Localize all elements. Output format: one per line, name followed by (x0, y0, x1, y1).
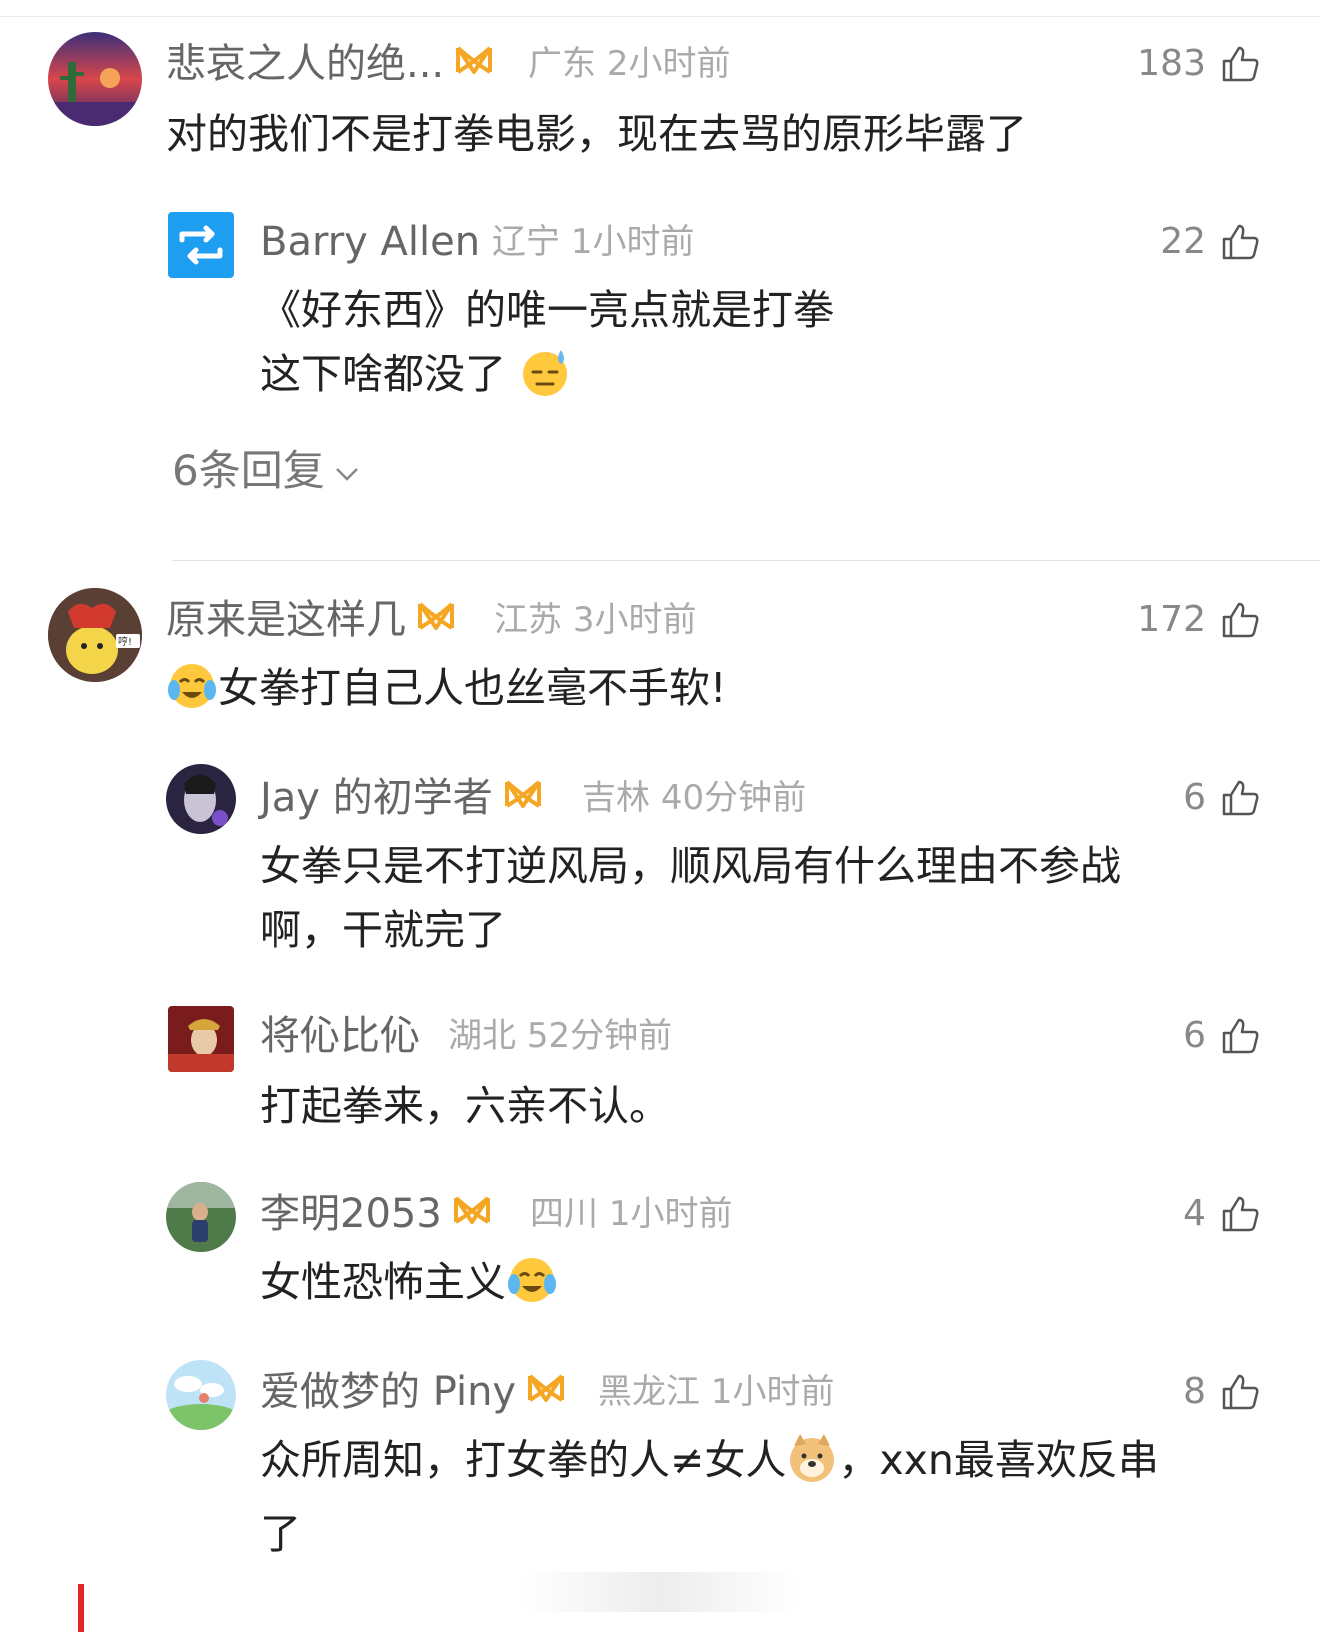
repost-icon (179, 225, 223, 265)
like-button[interactable]: 4 (1183, 1190, 1260, 1238)
avatar[interactable] (168, 1006, 234, 1072)
thumbs-up-icon (1222, 1374, 1259, 1410)
username-text[interactable]: Jay 的初学者 (260, 775, 493, 821)
chevron-down-icon (335, 467, 358, 481)
like-count: 172 (1137, 599, 1206, 640)
username-text[interactable]: Barry Allen (260, 219, 480, 265)
like-count: 6 (1183, 1015, 1206, 1056)
username-text[interactable]: 爱做梦的 Piny (260, 1369, 516, 1415)
avatar[interactable] (166, 764, 236, 834)
comment-meta: 广东 2小时前 (528, 40, 730, 88)
like-button[interactable]: 183 (1137, 40, 1260, 88)
timestamp: 52分钟前 (526, 1016, 673, 1056)
timestamp: 40分钟前 (660, 778, 807, 818)
like-count: 183 (1137, 43, 1206, 84)
timestamp: 1小时前 (710, 1372, 835, 1412)
like-count: 4 (1183, 1193, 1206, 1234)
thumbs-up-icon (1222, 1018, 1259, 1054)
like-count: 6 (1183, 777, 1206, 818)
like-button[interactable]: 8 (1183, 1368, 1260, 1416)
comment-text: 对的我们不是打拳电影，现在去骂的原形毕露了 (166, 110, 1027, 158)
top-divider (0, 16, 1320, 17)
comment-meta: 江苏 3小时前 (494, 596, 696, 644)
comment-meta: 湖北 52分钟前 (448, 1012, 672, 1060)
comment-meta: 辽宁 1小时前 (492, 218, 694, 266)
username[interactable]: Barry Allen (260, 218, 480, 266)
like-count: 22 (1160, 221, 1206, 262)
username-text[interactable]: 将伈比伈 (260, 1013, 420, 1059)
comment-text: 女性恐怖主义 (260, 1250, 558, 1324)
bottom-fade (520, 1572, 800, 1612)
avatar[interactable] (168, 212, 234, 278)
vip-badge-icon (526, 1367, 566, 1415)
comment-text: 女拳打自己人也丝毫不手软! (166, 656, 726, 730)
username[interactable]: 将伈比伈 (260, 1012, 420, 1060)
like-button[interactable]: 6 (1183, 774, 1260, 822)
thumbs-up-icon (1222, 1196, 1259, 1232)
thumbs-up-icon (1222, 780, 1259, 816)
username[interactable]: Jay 的初学者 (260, 774, 543, 822)
like-button[interactable]: 6 (1183, 1012, 1260, 1060)
location: 黑龙江 (598, 1372, 700, 1412)
location: 广东 (528, 44, 596, 84)
comment-text: 打起拳来，六亲不认。 (260, 1082, 670, 1130)
location: 吉林 (582, 778, 650, 818)
username[interactable]: 悲哀之人的绝... (166, 40, 494, 88)
crying-laugh-emoji-icon (506, 1254, 558, 1324)
scroll-marker (78, 1584, 84, 1632)
location: 江苏 (494, 600, 562, 640)
doge-emoji-icon (786, 1432, 838, 1502)
username-text[interactable]: 李明2053 (260, 1191, 442, 1237)
crying-laugh-emoji-icon (166, 660, 218, 730)
vip-badge-icon (503, 773, 543, 821)
comment-text: 《好东西》的唯一亮点就是打拳 这下啥都没了 (260, 278, 834, 416)
section-divider (172, 560, 1320, 561)
location: 辽宁 (492, 222, 560, 262)
location: 湖北 (448, 1016, 516, 1056)
avatar[interactable]: 哼! (48, 588, 142, 682)
sweat-emoji-icon (519, 346, 571, 416)
username[interactable]: 爱做梦的 Piny (260, 1368, 566, 1416)
username-text[interactable]: 原来是这样几 (166, 597, 406, 643)
vip-badge-icon (416, 595, 456, 643)
timestamp: 2小时前 (606, 44, 731, 84)
thumbs-up-icon (1222, 224, 1259, 260)
view-replies-button[interactable]: 6条回复 (172, 444, 361, 498)
comment-meta: 吉林 40分钟前 (582, 774, 806, 822)
username[interactable]: 李明2053 (260, 1190, 492, 1238)
like-count: 8 (1183, 1371, 1206, 1412)
avatar[interactable] (48, 32, 142, 126)
vip-badge-icon (452, 1189, 492, 1237)
comment-meta: 四川 1小时前 (530, 1190, 732, 1238)
timestamp: 1小时前 (570, 222, 695, 262)
location: 四川 (530, 1194, 598, 1234)
avatar[interactable] (166, 1182, 236, 1252)
svg-text:哼!: 哼! (118, 635, 132, 648)
comment-text: 众所周知，打女拳的人≠女人 ，xxn最喜欢反串 了 (260, 1428, 1159, 1566)
timestamp: 1小时前 (608, 1194, 733, 1234)
username-text[interactable]: 悲哀之人的绝... (166, 41, 444, 87)
like-button[interactable]: 22 (1160, 218, 1260, 266)
comment-meta: 黑龙江 1小时前 (598, 1368, 834, 1416)
timestamp: 3小时前 (572, 600, 697, 640)
vip-badge-icon (454, 39, 494, 87)
like-button[interactable]: 172 (1137, 596, 1260, 644)
comment-text: 女拳只是不打逆风局，顺风局有什么理由不参战 啊，干就完了 (260, 842, 1121, 954)
thumbs-up-icon (1222, 602, 1259, 638)
username[interactable]: 原来是这样几 (166, 596, 456, 644)
avatar[interactable] (166, 1360, 236, 1430)
thumbs-up-icon (1222, 46, 1259, 82)
